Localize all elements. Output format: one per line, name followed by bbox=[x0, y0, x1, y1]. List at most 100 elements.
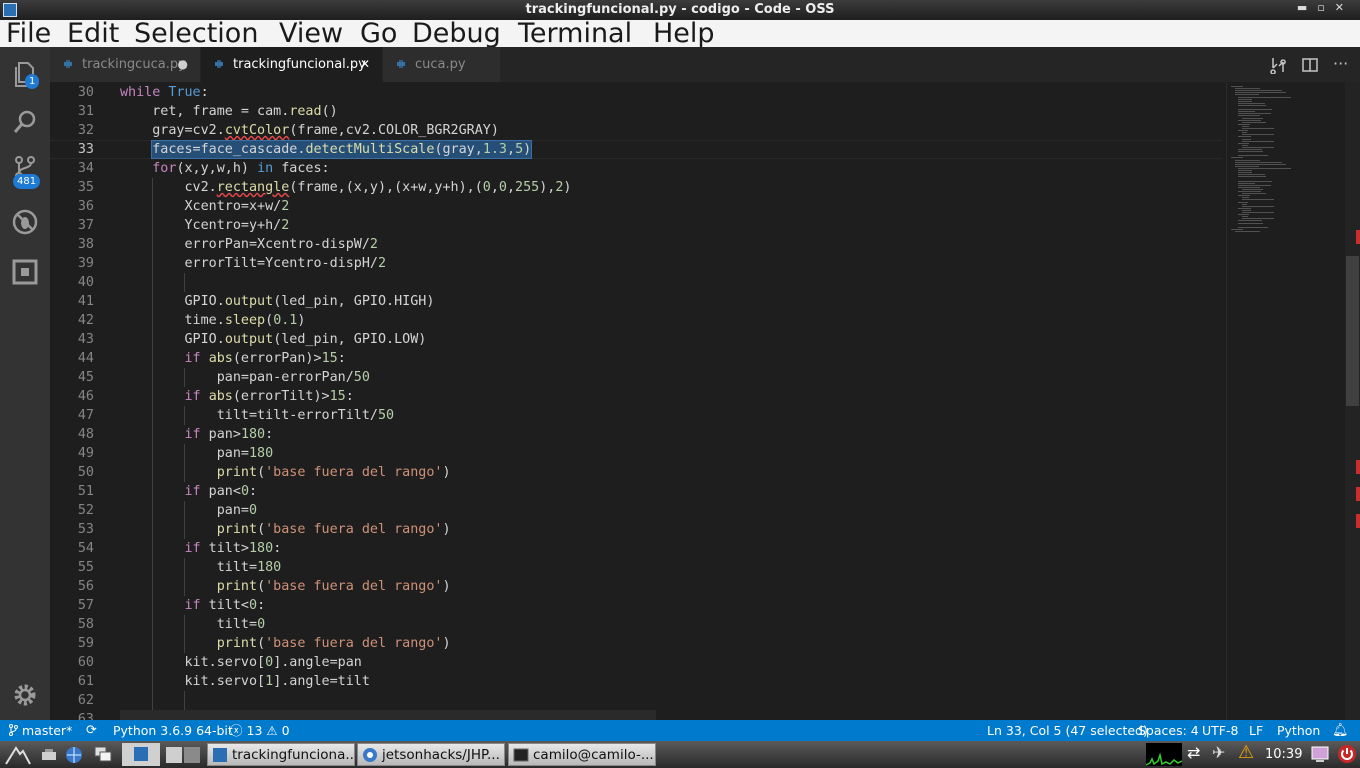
sync-icon[interactable]: ⟳ bbox=[86, 720, 97, 741]
code-text[interactable]: pan=0 bbox=[120, 501, 257, 520]
code-text[interactable]: Ycentro=y+h/2 bbox=[120, 216, 289, 235]
maximize-icon[interactable]: ▫ bbox=[1317, 1, 1334, 14]
task-terminal-window[interactable]: camilo@camilo-... bbox=[508, 743, 656, 766]
tab-cuca[interactable]: cuca.py bbox=[383, 47, 501, 82]
network-icon[interactable]: ⇄ bbox=[1187, 743, 1200, 762]
code-text[interactable]: print('base fuera del rango') bbox=[120, 634, 451, 653]
code-text[interactable]: tilt=tilt-errorTilt/50 bbox=[120, 406, 394, 425]
code-text[interactable]: kit.servo[1].angle=tilt bbox=[120, 672, 369, 691]
unsaved-dot-icon[interactable]: ● bbox=[178, 47, 188, 82]
code-text[interactable]: gray=cv2.cvtColor(frame,cv2.COLOR_BGR2GR… bbox=[120, 121, 499, 140]
code-text[interactable]: tilt=0 bbox=[120, 615, 265, 634]
search-icon[interactable] bbox=[10, 107, 40, 137]
code-text[interactable]: GPIO.output(led_pin, GPIO.LOW) bbox=[120, 330, 426, 349]
split-editor-icon[interactable] bbox=[1301, 56, 1319, 74]
code-line[interactable]: 49 pan=180 bbox=[50, 444, 1220, 463]
code-text[interactable]: Xcentro=x+w/2 bbox=[120, 197, 289, 216]
language-mode[interactable]: Python bbox=[1277, 720, 1320, 741]
editor-scrollbar[interactable] bbox=[1345, 82, 1360, 720]
code-line[interactable]: 41 GPIO.output(led_pin, GPIO.HIGH) bbox=[50, 292, 1220, 311]
code-line[interactable]: 48 if pan>180: bbox=[50, 425, 1220, 444]
code-line[interactable]: 59 print('base fuera del rango') bbox=[50, 634, 1220, 653]
clock[interactable]: 10:39 bbox=[1265, 741, 1302, 768]
code-text[interactable]: kit.servo[0].angle=pan bbox=[120, 653, 361, 672]
code-line[interactable]: 35 cv2.rectangle(frame,(x,y),(x+w,y+h),(… bbox=[50, 178, 1220, 197]
code-line[interactable]: 43 GPIO.output(led_pin, GPIO.LOW) bbox=[50, 330, 1220, 349]
encoding[interactable]: UTF-8 bbox=[1202, 720, 1238, 741]
code-line[interactable]: 30 while True: bbox=[50, 83, 1220, 102]
scrollbar-thumb[interactable] bbox=[1346, 256, 1359, 406]
code-line[interactable]: 45 pan=pan-errorPan/50 bbox=[50, 368, 1220, 387]
code-line[interactable]: 51 if pan<0: bbox=[50, 482, 1220, 501]
warning-tray-icon[interactable]: ⚠ bbox=[1238, 742, 1254, 763]
code-line[interactable]: 39 errorTilt=Ycentro-dispH/2 bbox=[50, 254, 1220, 273]
code-line[interactable]: 47 tilt=tilt-errorTilt/50 bbox=[50, 406, 1220, 425]
code-line[interactable]: 50 print('base fuera del rango') bbox=[50, 463, 1220, 482]
code-text[interactable]: tilt=180 bbox=[120, 558, 282, 577]
code-line[interactable]: 36 Xcentro=x+w/2 bbox=[50, 197, 1220, 216]
horizontal-scrollbar[interactable] bbox=[120, 710, 656, 720]
code-text[interactable]: pan=pan-errorPan/50 bbox=[120, 368, 370, 387]
workspace-switcher-icon[interactable] bbox=[165, 745, 201, 765]
debug-icon[interactable] bbox=[10, 207, 40, 237]
notifications-bell-icon[interactable]: 🔔︎ bbox=[1332, 720, 1349, 741]
code-text[interactable]: print('base fuera del rango') bbox=[120, 577, 451, 596]
code-text[interactable]: cv2.rectangle(frame,(x,y),(x+w,y+h),(0,0… bbox=[120, 178, 571, 197]
code-text[interactable]: GPIO.output(led_pin, GPIO.HIGH) bbox=[120, 292, 434, 311]
code-line[interactable]: 61 kit.servo[1].angle=tilt bbox=[50, 672, 1220, 691]
file-manager-icon[interactable] bbox=[93, 745, 113, 763]
code-text[interactable]: if pan>180: bbox=[120, 425, 274, 444]
start-menu-icon[interactable] bbox=[4, 744, 32, 766]
code-line[interactable]: 62 bbox=[50, 691, 1220, 710]
task-code-window[interactable]: trackingfunciona... bbox=[207, 743, 355, 766]
code-text[interactable]: errorTilt=Ycentro-dispH/2 bbox=[120, 254, 386, 273]
code-line[interactable]: 46 if abs(errorTilt)>15: bbox=[50, 387, 1220, 406]
code-line[interactable]: 58 tilt=0 bbox=[50, 615, 1220, 634]
code-line[interactable]: 54 if tilt>180: bbox=[50, 539, 1220, 558]
code-text[interactable]: for(x,y,w,h) in faces: bbox=[120, 159, 329, 178]
code-text[interactable]: errorPan=Xcentro-dispW/2 bbox=[120, 235, 378, 254]
task-browser-window[interactable]: jetsonhacks/JHP... bbox=[357, 743, 505, 766]
code-line[interactable]: 34 for(x,y,w,h) in faces: bbox=[50, 159, 1220, 178]
code-line[interactable]: 56 print('base fuera del rango') bbox=[50, 577, 1220, 596]
code-text[interactable]: print('base fuera del rango') bbox=[120, 520, 451, 539]
git-branch[interactable]: master* bbox=[8, 720, 72, 741]
menu-go[interactable]: Go bbox=[360, 19, 397, 49]
settings-gear-icon[interactable] bbox=[10, 680, 40, 710]
close-tab-icon[interactable]: ✕ bbox=[360, 47, 370, 82]
code-line[interactable]: 52 pan=0 bbox=[50, 501, 1220, 520]
indentation[interactable]: Spaces: 4 bbox=[1138, 720, 1199, 741]
code-text[interactable]: if tilt>180: bbox=[120, 539, 282, 558]
code-line[interactable]: 31 ret, frame = cam.read() bbox=[50, 102, 1220, 121]
menu-debug[interactable]: Debug bbox=[412, 19, 501, 49]
code-text[interactable]: if pan<0: bbox=[120, 482, 258, 501]
screen-lock-icon[interactable] bbox=[1310, 744, 1330, 764]
desktop-icon[interactable] bbox=[40, 745, 58, 763]
code-text[interactable]: time.sleep(0.1) bbox=[120, 311, 305, 330]
browser-launcher-icon[interactable] bbox=[64, 745, 84, 765]
code-line[interactable]: 44 if abs(errorPan)>15: bbox=[50, 349, 1220, 368]
code-text[interactable]: while True: bbox=[120, 83, 209, 102]
end-of-line[interactable]: LF bbox=[1249, 720, 1263, 741]
code-line[interactable]: 53 print('base fuera del rango') bbox=[50, 520, 1220, 539]
more-actions-icon[interactable]: ··· bbox=[1333, 56, 1351, 74]
python-interpreter[interactable]: Python 3.6.9 64-bit bbox=[113, 720, 233, 741]
menu-file[interactable]: File bbox=[6, 19, 51, 49]
code-line[interactable]: 37 Ycentro=y+h/2 bbox=[50, 216, 1220, 235]
code-text[interactable]: if abs(errorPan)>15: bbox=[120, 349, 346, 368]
code-text[interactable]: print('base fuera del rango') bbox=[120, 463, 451, 482]
minimap[interactable] bbox=[1226, 82, 1349, 720]
code-line[interactable]: 55 tilt=180 bbox=[50, 558, 1220, 577]
code-line[interactable]: 57 if tilt<0: bbox=[50, 596, 1220, 615]
code-line[interactable]: 40 bbox=[50, 273, 1220, 292]
tab-trackingcuca[interactable]: trackingcuca.py ● bbox=[50, 47, 201, 82]
minimize-icon[interactable]: ▬ bbox=[1297, 1, 1317, 14]
code-text[interactable]: pan=180 bbox=[120, 444, 273, 463]
code-text[interactable]: if tilt<0: bbox=[120, 596, 266, 615]
menu-terminal[interactable]: Terminal bbox=[518, 19, 632, 49]
tab-trackingfuncional[interactable]: trackingfuncional.py ✕ bbox=[201, 47, 383, 82]
code-launcher-icon[interactable] bbox=[122, 743, 160, 766]
bluetooth-icon[interactable]: ✈ bbox=[1212, 743, 1225, 762]
extensions-icon[interactable] bbox=[10, 257, 40, 287]
window-controls[interactable]: ▬▫✕ bbox=[1297, 1, 1354, 14]
